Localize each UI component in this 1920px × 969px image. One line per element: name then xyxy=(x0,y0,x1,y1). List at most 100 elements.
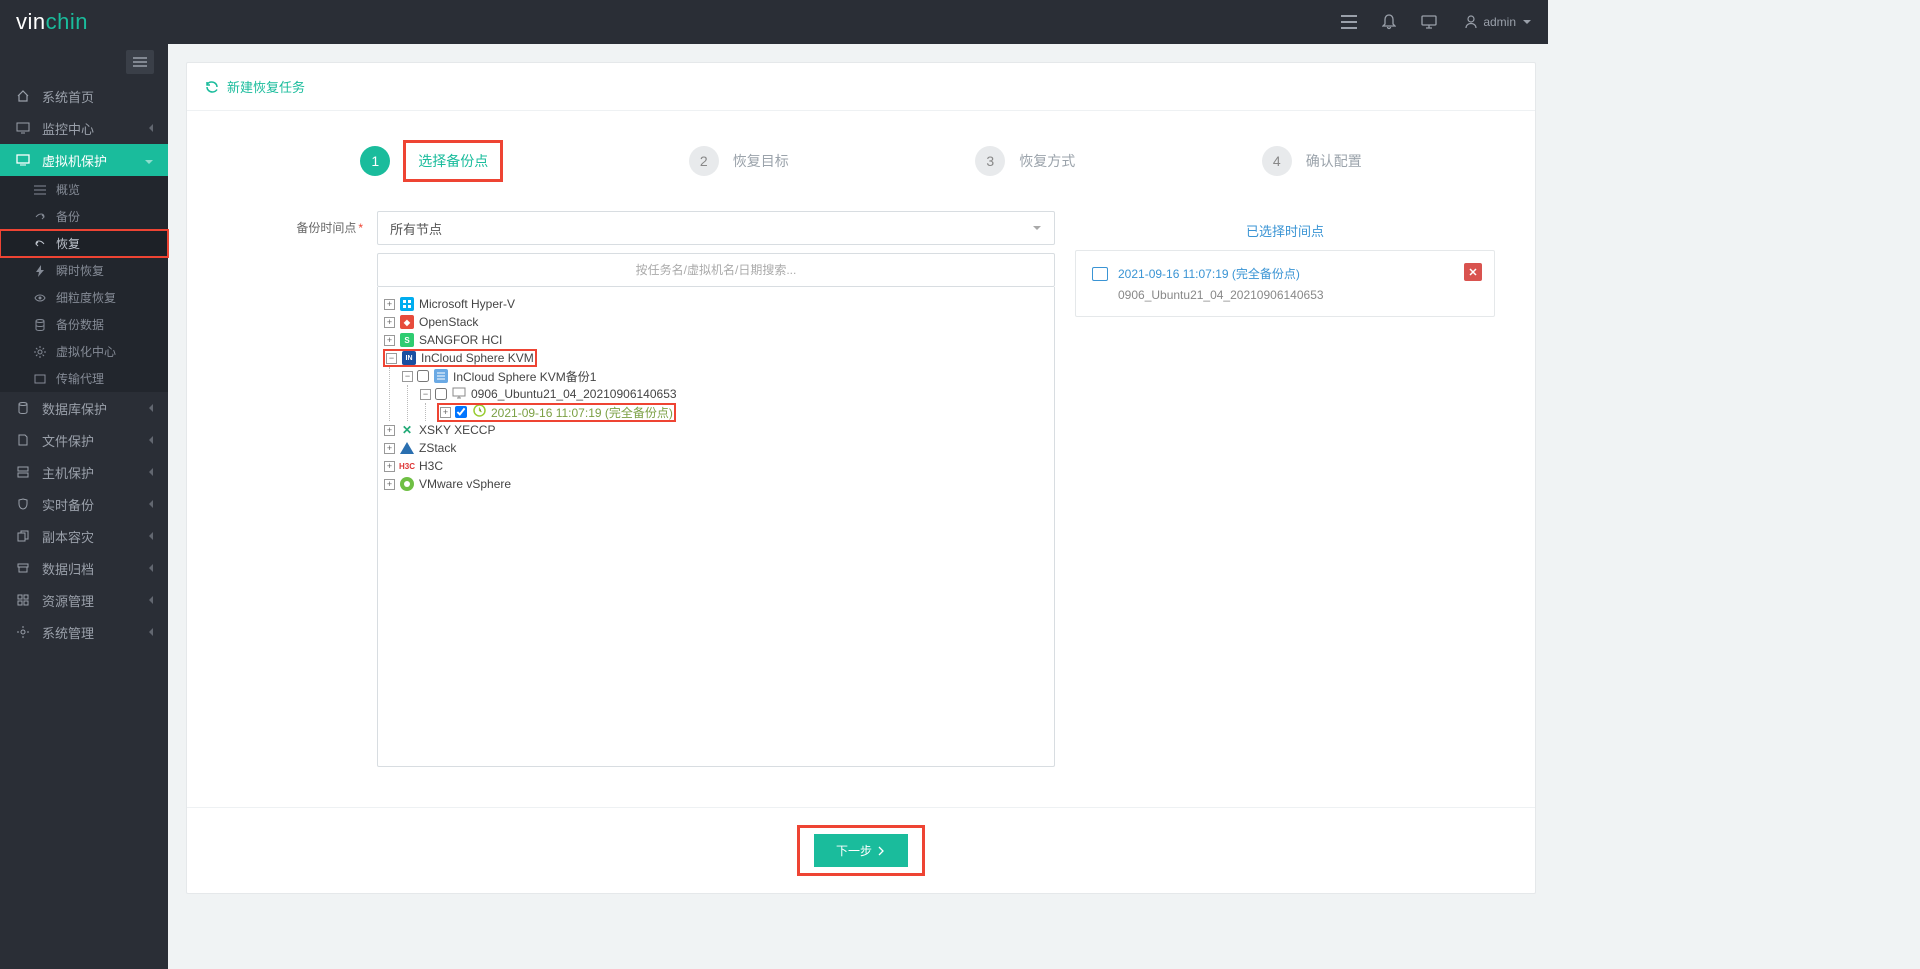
sidebar-item-monitor[interactable]: 监控中心 xyxy=(0,112,168,144)
selected-timepoint-card: 2021-09-16 11:07:19 (完全备份点) 0906_Ubuntu2… xyxy=(1075,250,1495,317)
tree-expander[interactable]: + xyxy=(384,335,395,346)
node-select[interactable]: 所有节点 xyxy=(377,211,1055,245)
sidebar-sub-virtualization-center[interactable]: 虚拟化中心 xyxy=(0,338,168,365)
sidebar-item-resources[interactable]: 资源管理 xyxy=(0,584,168,616)
tree-expander[interactable]: − xyxy=(420,389,431,400)
sidebar-item-data-archive[interactable]: 数据归档 xyxy=(0,552,168,584)
tree-row: + Microsoft Hyper-V xyxy=(384,295,1048,313)
step-1[interactable]: 1 选择备份点 xyxy=(360,141,502,181)
sidebar-sub-backup-data[interactable]: 备份数据 xyxy=(0,311,168,338)
restore-panel: 新建恢复任务 1 选择备份点 2 恢复目标 3 恢复方式 xyxy=(186,62,1536,894)
sidebar-item-vm-protection[interactable]: 虚拟机保护 xyxy=(0,144,168,176)
chevron-left-icon xyxy=(148,465,154,480)
step-4[interactable]: 4 确认配置 xyxy=(1262,141,1362,181)
tree-node-label[interactable]: 2021-09-16 11:07:19 (完全备份点) xyxy=(491,404,673,421)
step-3[interactable]: 3 恢复方式 xyxy=(975,141,1075,181)
selected-title: 已选择时间点 xyxy=(1075,211,1495,250)
sidebar-sub-transfer-agent[interactable]: 传输代理 xyxy=(0,365,168,392)
vm-icon xyxy=(14,154,32,166)
flash-icon xyxy=(32,265,48,277)
topbar-user-menu[interactable]: admin xyxy=(1449,15,1548,29)
tree-expander[interactable]: + xyxy=(384,299,395,310)
arrow-right-icon xyxy=(876,846,886,856)
sidebar-item-label: 实时备份 xyxy=(42,495,94,514)
tree-node-label[interactable]: 0906_Ubuntu21_04_20210906140653 xyxy=(471,387,677,401)
sidebar-item-host-protection[interactable]: 主机保护 xyxy=(0,456,168,488)
tree-expander[interactable]: + xyxy=(384,317,395,328)
chevron-left-icon xyxy=(148,561,154,576)
file-icon xyxy=(14,434,32,446)
vmware-icon xyxy=(400,477,414,491)
home-icon xyxy=(14,89,32,103)
vm-icon xyxy=(1092,267,1108,281)
sidebar-sub-instant-restore[interactable]: 瞬时恢复 xyxy=(0,257,168,284)
step-num: 3 xyxy=(975,146,1005,176)
sidebar-item-home[interactable]: 系统首页 xyxy=(0,80,168,112)
tree-node-label[interactable]: XSKY XECCP xyxy=(419,423,495,437)
tree-node-label[interactable]: Microsoft Hyper-V xyxy=(419,297,515,311)
backup-timepoint-label: 备份时间点* xyxy=(287,211,377,236)
tree-row: +2021-09-16 11:07:19 (完全备份点) xyxy=(438,403,1048,421)
tree-node-label[interactable]: OpenStack xyxy=(419,315,478,329)
search-input[interactable] xyxy=(390,263,1042,277)
sidebar-sub-restore[interactable]: 恢复 xyxy=(0,230,168,257)
tree-node-label[interactable]: ZStack xyxy=(419,441,456,455)
server-icon xyxy=(14,466,32,478)
chevron-left-icon xyxy=(148,121,154,136)
topbar-bell-icon[interactable] xyxy=(1369,0,1409,44)
tree-expander[interactable]: + xyxy=(384,461,395,472)
sidebar-item-file-protection[interactable]: 文件保护 xyxy=(0,424,168,456)
eye-icon xyxy=(32,294,48,302)
tree-checkbox[interactable] xyxy=(435,388,447,400)
sidebar-item-label: 数据归档 xyxy=(42,559,94,578)
tree-expander[interactable]: + xyxy=(384,425,395,436)
tree-expander[interactable]: − xyxy=(402,371,413,382)
topbar-username: admin xyxy=(1483,15,1516,29)
chevron-left-icon xyxy=(148,401,154,416)
tree-checkbox[interactable] xyxy=(417,370,429,382)
sidebar-item-label: 概览 xyxy=(56,181,80,198)
zstack-icon xyxy=(400,442,414,454)
sidebar-item-replica-dr[interactable]: 副本容灾 xyxy=(0,520,168,552)
sidebar-item-db-protection[interactable]: 数据库保护 xyxy=(0,392,168,424)
remove-selected-button[interactable] xyxy=(1464,263,1482,281)
database-icon xyxy=(32,319,48,331)
sidebar-item-label: 虚拟化中心 xyxy=(56,343,116,360)
tree-checkbox[interactable] xyxy=(455,406,467,418)
tree-expander[interactable]: + xyxy=(384,479,395,490)
tree-node-label[interactable]: VMware vSphere xyxy=(419,477,511,491)
tree-node-label[interactable]: InCloud Sphere KVM备份1 xyxy=(453,368,596,385)
step-2[interactable]: 2 恢复目标 xyxy=(689,141,789,181)
h3c-icon: H3C xyxy=(400,459,414,473)
next-button[interactable]: 下一步 xyxy=(814,834,908,867)
sidebar-item-realtime-backup[interactable]: 实时备份 xyxy=(0,488,168,520)
tree-expander[interactable]: − xyxy=(386,353,397,364)
step-label: 恢复目标 xyxy=(733,151,789,171)
sidebar-item-label: 监控中心 xyxy=(42,119,94,138)
logo: vinchin xyxy=(0,9,168,35)
logo-part1: vin xyxy=(16,9,46,34)
selected-timepoint-text: 2021-09-16 11:07:19 (完全备份点) xyxy=(1118,265,1300,282)
job-icon xyxy=(434,369,448,383)
topbar-monitor-icon[interactable] xyxy=(1409,0,1449,44)
tree-expander[interactable]: + xyxy=(440,407,451,418)
tree-row: −INInCloud Sphere KVM xyxy=(384,349,1048,367)
tree-node-label[interactable]: InCloud Sphere KVM xyxy=(421,351,534,365)
sidebar-item-label: 系统首页 xyxy=(42,87,94,106)
sidebar-toggle-button[interactable] xyxy=(126,50,154,74)
sidebar-item-system[interactable]: 系统管理 xyxy=(0,616,168,648)
main-content: 新建恢复任务 1 选择备份点 2 恢复目标 3 恢复方式 xyxy=(168,44,1548,969)
sidebar-toggle-row xyxy=(0,44,168,80)
sidebar-sub-granular-restore[interactable]: 细粒度恢复 xyxy=(0,284,168,311)
tree-node-label[interactable]: SANGFOR HCI xyxy=(419,333,502,347)
tree-node-label[interactable]: H3C xyxy=(419,459,443,473)
selected-vm-name: 0906_Ubuntu21_04_20210906140653 xyxy=(1092,288,1478,302)
tree-expander[interactable]: + xyxy=(384,443,395,454)
topbar-list-icon[interactable] xyxy=(1329,0,1369,44)
vm-icon xyxy=(452,387,466,402)
sidebar-item-label: 备份数据 xyxy=(56,316,104,333)
sidebar-sub-backup[interactable]: 备份 xyxy=(0,203,168,230)
tree-row: +SSANGFOR HCI xyxy=(384,331,1048,349)
sidebar-item-label: 文件保护 xyxy=(42,431,94,450)
sidebar-sub-overview[interactable]: 概览 xyxy=(0,176,168,203)
